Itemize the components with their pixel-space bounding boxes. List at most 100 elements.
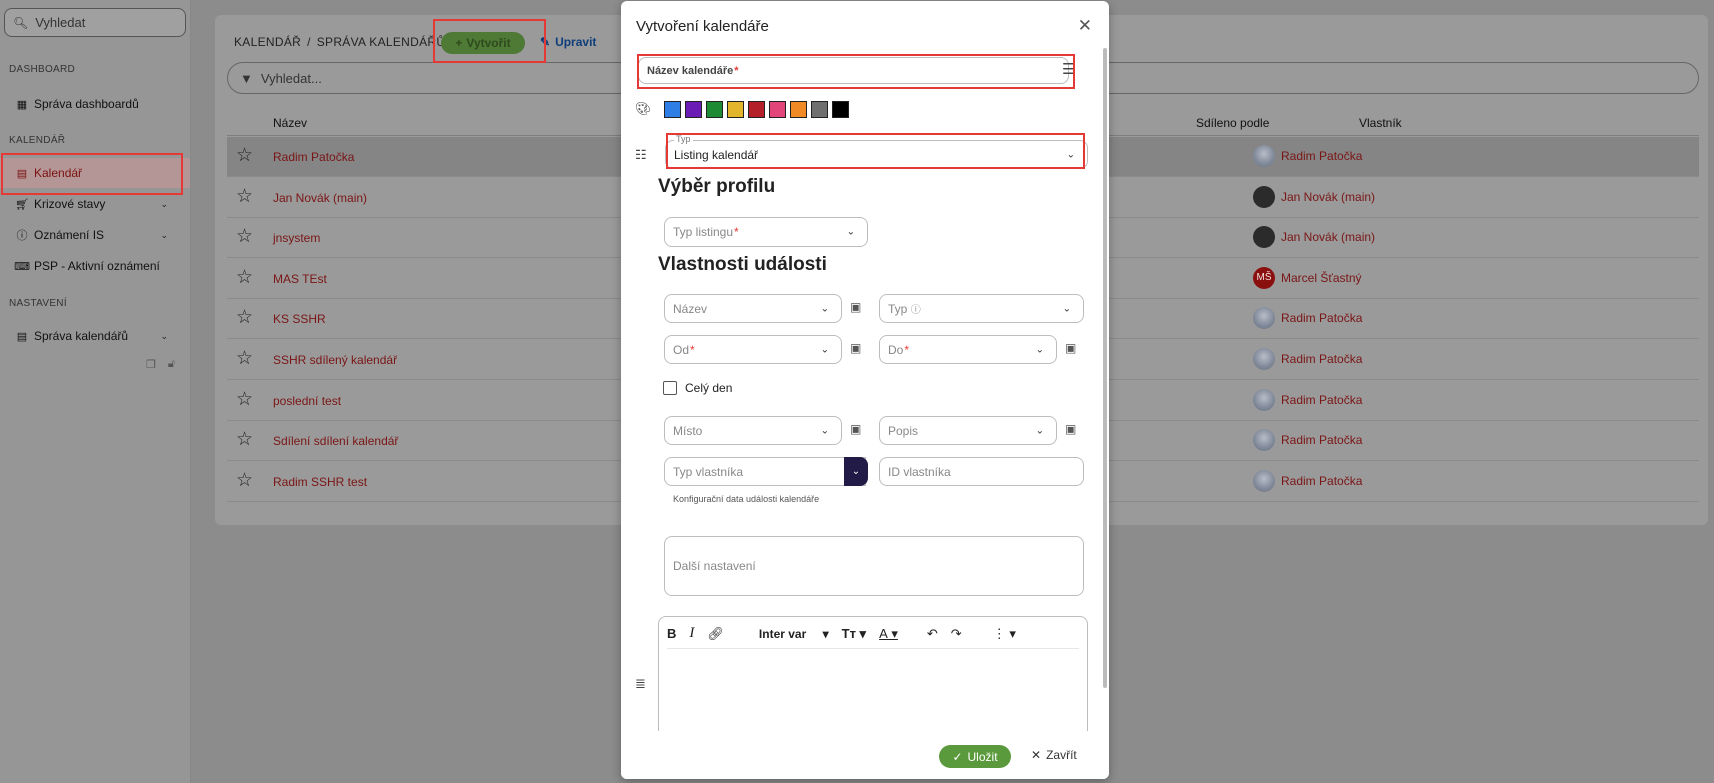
star-icon[interactable]: ☆: [236, 349, 253, 369]
api-icon[interactable]: ▣: [1065, 341, 1076, 355]
api-icon[interactable]: ▣: [1065, 422, 1076, 436]
create-calendar-dialog: Vytvoření kalendáře ✕ Název kalendáře * ☰…: [621, 1, 1109, 779]
calendar-icon: ▤: [16, 167, 28, 180]
owner-name: Marcel Šťastný: [1281, 270, 1362, 285]
star-icon[interactable]: ☆: [236, 186, 253, 207]
color-swatch[interactable]: [790, 101, 807, 118]
calendar-name[interactable]: SSHR sdílený kalendář: [273, 353, 397, 367]
calendar-name[interactable]: poslední test: [273, 394, 341, 408]
api-icon[interactable]: ▣: [850, 300, 861, 314]
sidebar-item-oznameni-is[interactable]: ⓘ Oznámení IS ⌄: [0, 220, 190, 250]
chevron-down-icon: ⌄: [1035, 425, 1044, 436]
paragraph-icon: ≣: [635, 676, 646, 691]
breadcrumb-root[interactable]: KALENDÁŘ: [234, 35, 301, 49]
sidebar-item-kalendar[interactable]: ▤ Kalendář: [0, 158, 190, 188]
scrollbar[interactable]: [1103, 48, 1107, 688]
more-options-icon[interactable]: ⋮ ▾: [993, 626, 1016, 642]
breadcrumb: KALENDÁŘ / SPRÁVA KALENDÁŘŮ: [234, 35, 445, 49]
owner-type-dropdown-button[interactable]: ⌄: [844, 457, 868, 486]
calendar-name[interactable]: Radim Patočka: [273, 150, 354, 164]
italic-icon[interactable]: I: [689, 625, 694, 642]
color-swatch[interactable]: [832, 101, 849, 118]
text-color-icon[interactable]: A ▾: [879, 626, 898, 642]
avatar: [1253, 185, 1275, 208]
api-icon[interactable]: ▣: [850, 422, 861, 436]
owner: MŠ Marcel Šťastný: [1253, 266, 1362, 289]
all-day-checkbox[interactable]: Celý den: [663, 381, 732, 395]
copy-icon[interactable]: ❐: [146, 358, 156, 371]
star-icon[interactable]: ☆: [236, 308, 253, 328]
chevron-down-icon: ⌄: [820, 344, 829, 355]
chevron-down-icon: ⌄: [160, 198, 168, 209]
sidebar-item-psp-aktivni-oznameni[interactable]: ⌨ PSP - Aktivní oznámení: [0, 251, 190, 281]
owner-id-input[interactable]: ID vlastníka: [879, 457, 1084, 486]
unlock-icon[interactable]: 🔓︎: [168, 358, 175, 371]
api-icon[interactable]: ▣: [850, 341, 861, 355]
event-from-select[interactable]: Od * ⌄: [664, 335, 842, 364]
calendar-name[interactable]: KS SSHR: [273, 312, 326, 326]
section-profile-heading: Výběr profilu: [658, 176, 776, 197]
star-icon[interactable]: ☆: [236, 389, 253, 410]
color-swatch[interactable]: [685, 101, 702, 118]
listing-type-select[interactable]: Typ listingu * ⌄: [664, 217, 868, 247]
create-button[interactable]: + Vytvořit: [441, 32, 525, 54]
sidebar-search-input[interactable]: 🔍︎ Vyhledat: [4, 8, 186, 37]
calendar-name[interactable]: jnsystem: [273, 231, 320, 245]
owner-name: Radim Patočka: [1281, 149, 1363, 163]
undo-icon[interactable]: ↶: [927, 626, 938, 642]
star-icon[interactable]: ☆: [236, 430, 253, 450]
link-icon[interactable]: 🔗︎: [707, 626, 724, 642]
text-size-icon[interactable]: Tᴛ ▾: [842, 626, 866, 642]
redo-icon[interactable]: ↷: [951, 626, 962, 642]
color-swatch[interactable]: [748, 101, 765, 118]
color-swatch[interactable]: [664, 101, 681, 118]
column-nazev[interactable]: Název: [273, 116, 307, 130]
sidebar-item-sprava-dashboardu[interactable]: ▦ Správa dashboardů: [0, 89, 190, 119]
edit-button[interactable]: ✎ Upravit: [540, 35, 596, 49]
owner-type-input[interactable]: Typ vlastníka: [664, 457, 866, 486]
sidebar: 🔍︎ Vyhledat DASHBOARD ▦ Správa dashboard…: [0, 0, 191, 783]
more-settings-textarea[interactable]: Další nastavení: [664, 536, 1084, 596]
calendar-name[interactable]: Jan Novák (main): [273, 191, 367, 205]
checkbox[interactable]: [663, 381, 677, 395]
event-description-select[interactable]: Popis ⌄: [879, 416, 1057, 445]
color-swatch[interactable]: [811, 101, 828, 118]
breadcrumb-separator: /: [307, 35, 311, 49]
calendar-name-field[interactable]: Název kalendáře *: [638, 57, 1069, 84]
list-icon[interactable]: ☰: [1062, 60, 1075, 78]
sidebar-item-krizove-stavy[interactable]: 🛒︎ Krizové stavy ⌄: [0, 189, 190, 219]
chevron-down-icon: ⌄: [846, 226, 855, 238]
section-dashboard: DASHBOARD: [9, 64, 76, 75]
column-sdileno-podle[interactable]: Sdíleno podle: [1196, 116, 1269, 130]
owner-name: Jan Novák (main): [1281, 189, 1376, 204]
save-button[interactable]: ✓ Uložit: [939, 745, 1011, 768]
calendar-name[interactable]: Radim SSHR test: [273, 475, 367, 489]
chevron-down-icon: ⌄: [160, 330, 168, 341]
pencil-icon: ✎: [540, 35, 551, 49]
color-swatch[interactable]: [727, 101, 744, 118]
color-swatch[interactable]: [706, 101, 723, 118]
event-type-select[interactable]: Typ ⓘ ⌄: [879, 294, 1084, 323]
star-icon[interactable]: ☆: [236, 146, 253, 166]
event-place-select[interactable]: Místo ⌄: [664, 416, 842, 445]
close-icon: ✕: [1031, 748, 1042, 762]
event-to-select[interactable]: Do * ⌄: [879, 335, 1057, 364]
close-button[interactable]: ✕ Zavřít: [1031, 748, 1077, 762]
event-name-select[interactable]: Název ⌄: [664, 294, 842, 323]
close-icon[interactable]: ✕: [1078, 16, 1092, 36]
owner: Radim Patočka: [1253, 307, 1362, 330]
info-icon: ⓘ: [910, 305, 921, 316]
calendar-name[interactable]: MAS TEst: [273, 272, 327, 286]
star-icon[interactable]: ☆: [236, 227, 253, 247]
star-icon[interactable]: ☆: [236, 267, 253, 288]
font-family-select[interactable]: Inter var ▾: [759, 627, 829, 641]
color-swatch[interactable]: [769, 101, 786, 118]
calendar-type-select[interactable]: Typ Listing kalendář ⌄: [665, 134, 1088, 169]
sliders-icon: ☷: [635, 147, 647, 162]
bold-icon[interactable]: B: [667, 626, 676, 641]
star-icon[interactable]: ☆: [236, 470, 253, 491]
column-vlastnik[interactable]: Vlastník: [1359, 116, 1402, 130]
avatar: [1253, 388, 1275, 411]
sidebar-item-sprava-kalendaru[interactable]: ▤ Správa kalendářů ⌄: [0, 321, 190, 351]
calendar-name[interactable]: Sdílení sdílení kalendář: [273, 434, 398, 448]
